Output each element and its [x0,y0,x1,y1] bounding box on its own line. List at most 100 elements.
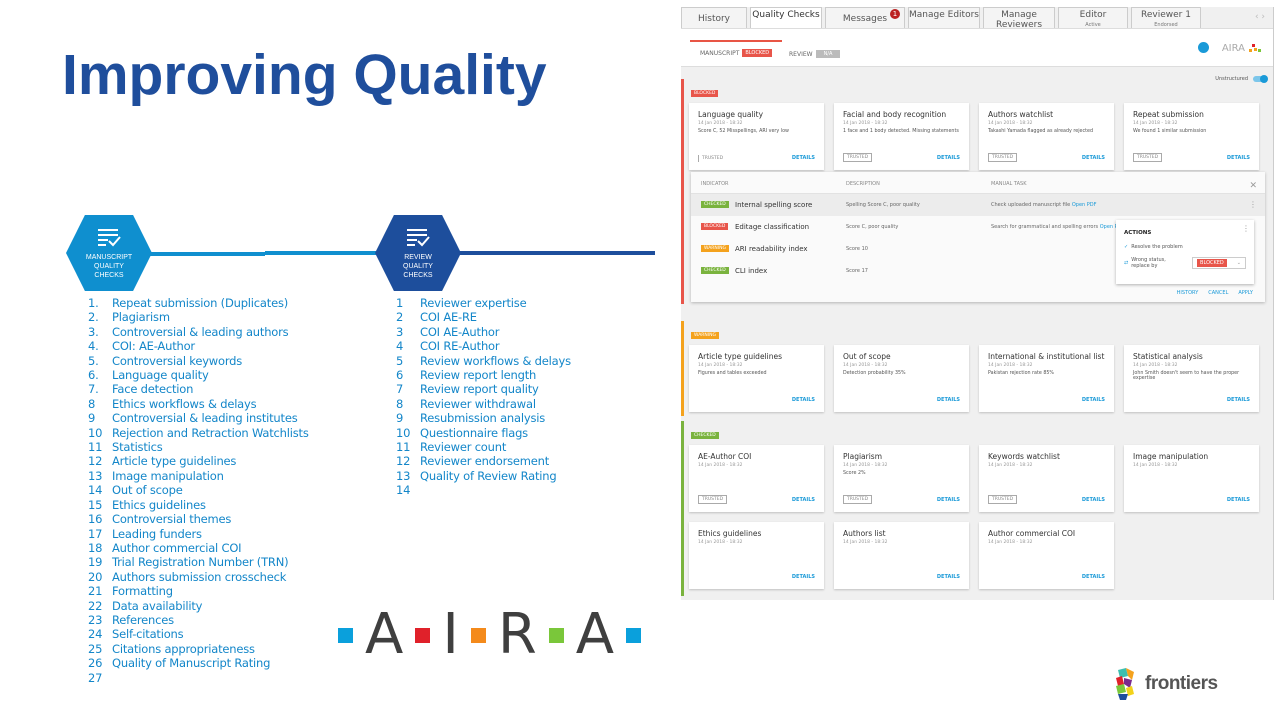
list-item-number: 16 [88,512,103,527]
list-item-text: COI AE-RE [420,310,477,325]
check-card[interactable]: Plagiarism 14 Jan 2018 - 18:32 Score 2% TRU… [834,445,969,512]
check-card[interactable]: Repeat submission 14 Jan 2018 - 18:32 We f… [1124,103,1259,170]
indicator-name: Editage classification [735,223,810,231]
list-item-number: 2 [396,310,404,325]
details-link[interactable]: DETAILS [792,574,815,580]
subtab-review[interactable]: REVIEW N/A [789,42,841,66]
list-item: 14 Out of scope [88,483,309,497]
tab-label: Manage Reviewers [995,10,1043,30]
details-link[interactable]: DETAILS [792,155,815,161]
status-badge: CHECKED [701,267,729,274]
card-title: Authors list [843,529,886,538]
card-date: 14 Jan 2018 - 18:32 [988,121,1033,126]
tab-messages[interactable]: Messages 1 [825,7,905,28]
tab-reviewer-1[interactable]: Reviewer 1 Endorsed [1131,7,1201,28]
trusted-toggle[interactable]: TRUSTED [1133,153,1163,162]
check-card[interactable]: International & institutional list 14 Jan… [979,345,1114,412]
list-item-text: Controversial themes [112,512,232,527]
close-icon[interactable]: ✕ [1249,181,1257,191]
history-button[interactable]: HISTORY [1177,290,1199,296]
details-link[interactable]: DETAILS [1082,574,1105,580]
card-description: Score 2% [843,471,866,476]
list-item-text: Resubmission analysis [420,411,546,426]
list-item-text: Language quality [112,368,209,383]
trusted-toggle[interactable]: TRUSTED [843,495,873,504]
resolve-action[interactable]: ✓ Resolve the problem [1124,244,1246,250]
cancel-button[interactable]: CANCEL [1208,290,1228,296]
list-item-number: 13 [396,468,411,483]
details-link[interactable]: DETAILS [1227,397,1250,403]
tab-quality-checks[interactable]: Quality Checks [750,7,822,28]
check-card[interactable]: Keywords watchlist 14 Jan 2018 - 18:32 TRU… [979,445,1114,512]
tab-editor[interactable]: Editor Active [1058,7,1128,28]
list-item-number: 24 [88,627,103,642]
check-card[interactable]: Image manipulation 14 Jan 2018 - 18:32 DET… [1124,445,1259,512]
card-title: Repeat submission [1133,110,1204,119]
list-item-number: 8 [396,396,404,411]
wrong-status-action[interactable]: ⇄ Wrong status, replace by BLOCKED ⌄ [1124,257,1246,269]
notification-badge: 1 [890,9,900,19]
details-link[interactable]: DETAILS [937,155,960,161]
status-select[interactable]: BLOCKED ⌄ [1192,257,1246,269]
list-item: 19 Trial Registration Number (TRN) [88,555,309,569]
list-item: 5. Controversial keywords [88,354,309,368]
list-item-number: 12 [396,454,411,469]
open-pdf-link[interactable]: Open PDF [1072,202,1097,208]
check-card[interactable]: Statistical analysis 14 Jan 2018 - 18:32 J… [1124,345,1259,412]
check-card[interactable]: Out of scope 14 Jan 2018 - 18:32 Detection… [834,345,969,412]
status-badge: WARNING [701,245,729,252]
actions-title: ACTIONS [1124,230,1152,236]
trusted-toggle[interactable]: TRUSTED [843,153,873,162]
check-card[interactable]: Author commercial COI 14 Jan 2018 - 18:32… [979,522,1114,589]
check-card[interactable]: Article type guidelines 14 Jan 2018 - 18:… [689,345,824,412]
tab-scroll-arrows[interactable]: ‹ › [1255,12,1265,22]
check-card[interactable]: AE-Author COI 14 Jan 2018 - 18:32 TRUSTED D… [689,445,824,512]
list-item-number: 11 [396,440,411,455]
details-link[interactable]: DETAILS [792,497,815,503]
more-icon[interactable]: ⋮ [1242,224,1250,233]
list-item-text: COI RE-Author [420,339,500,354]
aira-letter: R [497,602,537,667]
apply-button[interactable]: APPLY [1238,290,1253,296]
list-item-text: Reviewer withdrawal [420,396,536,411]
trusted-toggle[interactable]: TRUSTED [698,495,728,504]
list-item: 15 Ethics guidelines [88,498,309,512]
tab-history[interactable]: History [681,7,747,28]
tab-label: Reviewer 1 [1141,10,1191,20]
manual-task-text: Check uploaded manuscript file [991,202,1071,208]
check-card[interactable]: Language quality 14 Jan 2018 - 18:32 Score… [689,103,824,170]
card-date: 14 Jan 2018 - 18:32 [698,540,743,545]
trusted-toggle[interactable]: TRUSTED [988,153,1018,162]
details-link[interactable]: DETAILS [937,574,960,580]
tab-manage-reviewers[interactable]: Manage Reviewers [983,7,1055,30]
details-link[interactable]: DETAILS [937,397,960,403]
list-item-number: 11 [88,440,103,455]
tab-manage-editors[interactable]: Manage Editors [908,7,980,28]
details-link[interactable]: DETAILS [792,397,815,403]
chat-icon[interactable] [1198,42,1209,53]
aira-letter: A [575,602,615,667]
details-link[interactable]: DETAILS [1082,397,1105,403]
details-link[interactable]: DETAILS [1082,155,1105,161]
check-card[interactable]: Authors watchlist 14 Jan 2018 - 18:32 Taka… [979,103,1114,170]
details-link[interactable]: DETAILS [1227,497,1250,503]
check-card[interactable]: Facial and body recognition 14 Jan 2018 -… [834,103,969,170]
trusted-toggle[interactable]: TRUSTED [698,155,726,162]
details-link[interactable]: DETAILS [1082,497,1105,503]
aira-square [415,627,431,643]
tab-label: Manage Editors [909,10,979,20]
details-link[interactable]: DETAILS [937,497,960,503]
check-card[interactable]: Ethics guidelines 14 Jan 2018 - 18:32 DETA… [689,522,824,589]
more-icon[interactable]: ⋮ [1249,200,1257,209]
list-item-number: 3. [88,324,99,339]
card-title: Image manipulation [1133,452,1209,461]
check-card[interactable]: Authors list 14 Jan 2018 - 18:32 DETAILS [834,522,969,589]
subtab-manuscript[interactable]: MANUSCRIPT BLOCKED [690,40,783,64]
trusted-toggle[interactable]: TRUSTED [988,495,1018,504]
list-item-number: 23 [88,612,103,627]
indicator-row[interactable]: CHECKED Internal spelling score Spelling S… [691,194,1265,216]
list-item-number: 9 [396,411,404,426]
list-item-number: 7. [88,382,99,397]
details-link[interactable]: DETAILS [1227,155,1250,161]
list-item-text: Self-citations [112,627,184,642]
